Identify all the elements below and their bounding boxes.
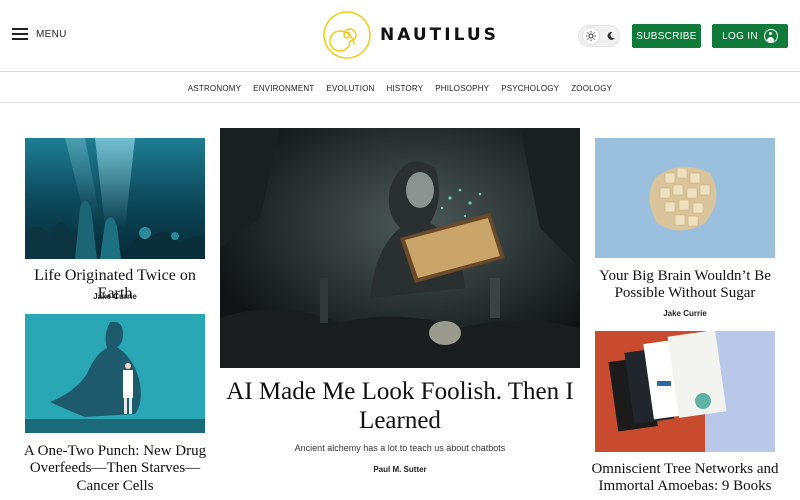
site-header: MENU NAUTILUS SUBSCRIBE LOG IN <box>0 0 800 72</box>
theme-toggle[interactable] <box>578 25 620 47</box>
nav-item-evolution[interactable]: EVOLUTION <box>326 84 374 93</box>
feature-dek: Ancient alchemy has a lot to teach us ab… <box>294 443 506 453</box>
article-title[interactable]: Omniscient Tree Networks and Immortal Am… <box>590 461 780 496</box>
site-logo[interactable]: NAUTILUS <box>322 10 499 60</box>
underwater-vents-image[interactable] <box>25 138 205 259</box>
alchemist-image[interactable] <box>220 128 580 368</box>
logo-wordmark: NAUTILUS <box>380 25 499 45</box>
user-icon <box>763 29 778 43</box>
nav-item-zoology[interactable]: ZOOLOGY <box>571 84 612 93</box>
cancer-illustration-image[interactable] <box>25 314 205 433</box>
login-label: LOG IN <box>722 30 758 42</box>
article-author[interactable]: Jake Currie <box>20 292 210 301</box>
subscribe-label: SUBSCRIBE <box>636 30 697 42</box>
menu-button[interactable]: MENU <box>12 28 67 40</box>
sugar-cubes-image[interactable] <box>595 138 775 258</box>
article-author[interactable]: Jake Currie <box>590 309 780 318</box>
nav-item-environment[interactable]: ENVIRONMENT <box>253 84 314 93</box>
feature-author[interactable]: Paul M. Sutter <box>225 465 575 474</box>
nav-item-philosophy[interactable]: PHILOSOPHY <box>435 84 489 93</box>
books-image[interactable] <box>595 331 775 452</box>
article-title[interactable]: Your Big Brain Wouldn’t Be Possible With… <box>590 268 780 303</box>
sun-icon <box>582 28 599 44</box>
article-title[interactable]: A One-Two Punch: New Drug Overfeeds—Then… <box>20 443 210 495</box>
nav-item-history[interactable]: HISTORY <box>387 84 424 93</box>
hamburger-icon <box>12 28 28 40</box>
category-nav: ASTRONOMY ENVIRONMENT EVOLUTION HISTORY … <box>0 74 800 103</box>
feature-title[interactable]: AI Made Me Look Foolish. Then I Learned <box>225 378 575 436</box>
nav-item-astronomy[interactable]: ASTRONOMY <box>188 84 241 93</box>
subscribe-button[interactable]: SUBSCRIBE <box>632 24 701 48</box>
moon-icon <box>606 31 616 41</box>
menu-label: MENU <box>36 28 67 40</box>
nautilus-shell-icon <box>323 11 371 59</box>
nav-item-psychology[interactable]: PSYCHOLOGY <box>501 84 559 93</box>
login-button[interactable]: LOG IN <box>712 24 788 48</box>
